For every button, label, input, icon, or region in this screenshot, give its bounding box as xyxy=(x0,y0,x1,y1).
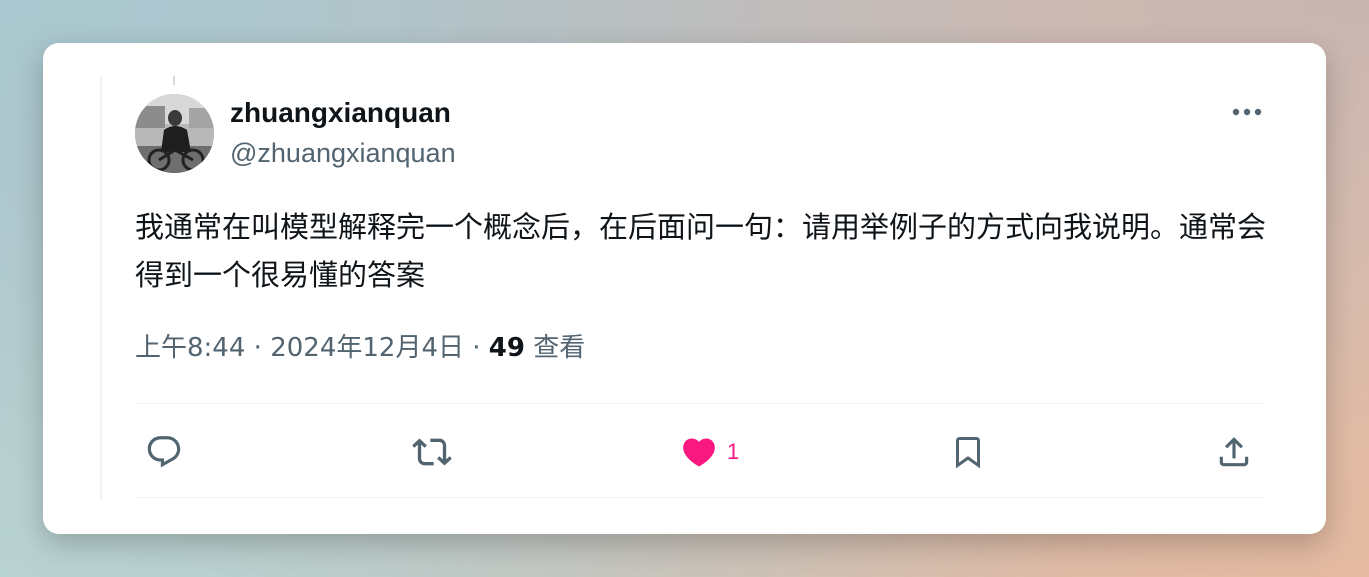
views-label: 查看 xyxy=(524,333,586,363)
avatar[interactable] xyxy=(135,94,214,173)
divider-bottom xyxy=(135,497,1266,498)
share-button[interactable] xyxy=(1215,429,1253,475)
thread-line xyxy=(100,77,102,499)
views-count: 49 xyxy=(488,333,525,363)
tweet-meta: 上午8:44 · 2024年12月4日 · 49 查看 xyxy=(135,331,585,365)
share-icon xyxy=(1219,437,1249,467)
heart-icon xyxy=(683,438,715,467)
meta-separator: · xyxy=(463,333,489,363)
meta-separator: · xyxy=(245,333,271,363)
more-horizontal-icon xyxy=(1232,108,1262,116)
tweet-card: zhuangxianquan @zhuangxianquan 我通常在叫模型解释… xyxy=(43,43,1326,534)
retweet-button[interactable] xyxy=(411,429,453,475)
more-options-button[interactable] xyxy=(1228,99,1266,125)
tweet-date[interactable]: 2024年12月4日 xyxy=(270,333,464,363)
bookmark-button[interactable] xyxy=(950,429,986,475)
like-count: 1 xyxy=(727,439,740,464)
user-handle[interactable]: @zhuangxianquan xyxy=(230,137,456,169)
display-name[interactable]: zhuangxianquan xyxy=(230,96,451,130)
tweet-text: 我通常在叫模型解释完一个概念后，在后面问一句：请用举例子的方式向我说明。通常会得… xyxy=(135,210,1267,292)
like-button[interactable]: 1 xyxy=(679,429,739,475)
divider-top xyxy=(135,403,1266,404)
thread-connector xyxy=(173,76,175,85)
tweet-time[interactable]: 上午8:44 xyxy=(135,333,245,363)
retweet-icon xyxy=(412,438,452,466)
reply-icon xyxy=(147,436,181,468)
reply-button[interactable] xyxy=(145,429,183,475)
bookmark-icon xyxy=(956,437,980,469)
